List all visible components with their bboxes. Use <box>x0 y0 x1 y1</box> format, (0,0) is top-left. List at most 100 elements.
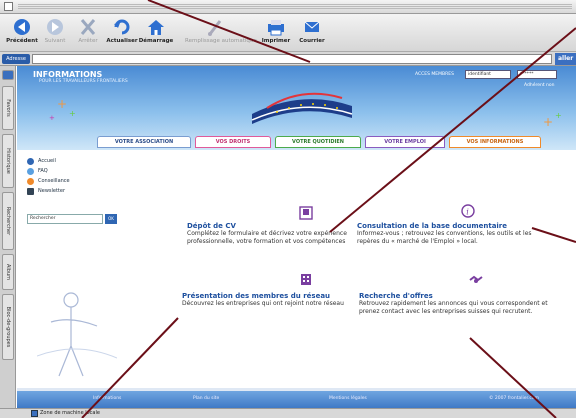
back-button[interactable]: Précédent <box>4 17 40 44</box>
print-button[interactable]: Imprimer <box>258 17 294 44</box>
menu-item-label: Conseillance <box>38 178 70 184</box>
svg-text:+: + <box>57 97 67 111</box>
handshake-icon <box>469 275 483 283</box>
menu-item-label: FAQ <box>38 168 48 174</box>
site-subtitle: POUR LES TRAVAILLEURS FRONTALIERS <box>39 79 128 84</box>
newsletter-icon <box>27 187 34 195</box>
window-close-box[interactable] <box>4 2 13 11</box>
window-titlebar <box>0 0 576 14</box>
site-search-input[interactable]: Rechercher <box>27 214 103 224</box>
print-icon <box>268 20 284 36</box>
mail-label: Courrier <box>299 38 325 44</box>
login-username-field[interactable]: identifiant <box>465 70 511 79</box>
menu-item-accueil[interactable]: Accueil <box>27 156 117 166</box>
cv-title[interactable]: Dépôt de CV <box>187 222 357 230</box>
offers-text: Retrouvez rapidement les annonces qui vo… <box>359 300 548 315</box>
web-page: INFORMATIONS POUR LES TRAVAILLEURS FRONT… <box>17 66 576 408</box>
menu-item-label: Accueil <box>38 158 56 164</box>
footer-copyright: © 2007 frontalier.com <box>489 396 540 401</box>
go-button[interactable]: aller <box>555 53 576 65</box>
svg-text:+: + <box>69 109 76 118</box>
docs-text: Informez-vous ; retrouvez les convention… <box>357 230 532 245</box>
offers-title[interactable]: Recherche d'offres <box>359 292 559 300</box>
faq-icon <box>27 167 34 175</box>
side-tab-groupes[interactable]: Bloc-de-groupes <box>2 294 14 360</box>
member-signup-link[interactable]: Adhérent non <box>524 83 555 88</box>
back-label: Précédent <box>6 38 38 44</box>
autofill-icon <box>208 20 222 36</box>
autofill-button[interactable]: Remplissage automatique <box>185 17 257 44</box>
building-icon <box>301 274 311 285</box>
nav-tab-informations[interactable]: VOS INFORMATIONS <box>449 136 541 148</box>
mail-button[interactable]: Courrier <box>294 17 330 44</box>
refresh-button[interactable]: Actualiser <box>104 17 140 44</box>
svg-text:+: + <box>555 111 562 120</box>
home-icon <box>148 20 164 35</box>
print-label: Imprimer <box>261 38 291 44</box>
side-tab-groupes-label: Bloc-de-groupes <box>5 306 11 348</box>
stop-button[interactable]: Arrêter <box>70 17 106 44</box>
forward-label: Suivant <box>44 38 66 44</box>
stop-x-icon <box>80 19 96 35</box>
advice-icon <box>27 177 34 185</box>
autofill-label: Remplissage automatique <box>185 38 257 44</box>
side-tabs-toggle[interactable] <box>2 70 14 80</box>
footer-link-informations[interactable]: Informations <box>93 396 121 401</box>
svg-text:+: + <box>49 114 55 122</box>
side-tab-album[interactable]: Album <box>2 254 14 290</box>
eu-flag-logo <box>251 92 353 124</box>
local-zone-icon <box>31 410 38 417</box>
back-arrow-icon <box>14 19 30 35</box>
nav-tab-droits[interactable]: VOS DROITS <box>195 136 271 148</box>
menu-item-conseil[interactable]: Conseillance <box>27 176 117 186</box>
site-search-button[interactable]: OK <box>105 214 117 224</box>
side-tab-favoris-label: Favoris <box>5 99 11 117</box>
menu-item-faq[interactable]: FAQ <box>27 166 117 176</box>
svg-text:i: i <box>466 208 469 217</box>
footer-link-mentions[interactable]: Mentions légales <box>329 396 367 401</box>
members-title[interactable]: Présentation des membres du réseau <box>182 292 362 300</box>
login-password-field[interactable]: ****** <box>517 70 557 79</box>
forward-arrow-icon <box>47 19 63 35</box>
browser-toolbar: Précédent Suivant Arrêter Actualiser Dém… <box>0 14 576 52</box>
side-tab-rechercher-label: Rechercher <box>5 206 11 236</box>
members-text: Découvrez les entreprises qui ont rejoin… <box>182 300 344 307</box>
menu-item-label: Newsletter <box>38 188 66 194</box>
docs-title[interactable]: Consultation de la base documentaire <box>357 222 553 230</box>
address-bar: Adresse aller <box>0 52 576 66</box>
address-label: Adresse <box>2 54 30 64</box>
side-tab-rechercher[interactable]: Rechercher <box>2 192 14 250</box>
nav-tab-emploi[interactable]: VOTRE EMPLOI <box>365 136 445 148</box>
address-input[interactable] <box>32 54 552 64</box>
refresh-icon <box>114 19 130 35</box>
decorative-sparkles: + + + <box>49 97 76 122</box>
site-title: INFORMATIONS <box>33 70 103 79</box>
status-bar: Zone de machine locale <box>0 408 576 418</box>
home-label: Démarrage <box>138 38 174 44</box>
cv-block[interactable]: Dépôt de CV Complétez le formulaire et d… <box>187 222 357 246</box>
stop-label: Arrêter <box>78 38 98 44</box>
home-icon <box>27 157 34 165</box>
offers-block[interactable]: Recherche d'offres Retrouvez rapidement … <box>359 292 559 316</box>
home-button[interactable]: Démarrage <box>138 17 174 44</box>
nav-tab-quotidien[interactable]: VOTRE QUOTIDIEN <box>275 136 361 148</box>
forward-button[interactable]: Suivant <box>37 17 73 44</box>
side-tab-historique-label: Historique <box>5 148 11 174</box>
nav-tab-association[interactable]: VOTRE ASSOCIATION <box>97 136 191 148</box>
members-block[interactable]: Présentation des membres du réseau Décou… <box>182 292 362 308</box>
side-tab-album-label: Album <box>5 263 11 281</box>
person-sketch-illustration <box>37 292 117 377</box>
mail-icon <box>304 21 320 32</box>
main-nav: VOTRE ASSOCIATION VOS DROITS VOTRE QUOTI… <box>17 136 576 150</box>
info-icon: i <box>461 204 475 218</box>
left-menu: Accueil FAQ Conseillance Newsletter <box>27 156 117 196</box>
side-tab-favoris[interactable]: Favoris <box>2 86 14 130</box>
status-text: Zone de machine locale <box>40 410 100 416</box>
svg-text:+: + <box>543 115 553 129</box>
docs-block[interactable]: Consultation de la base documentaire Inf… <box>357 222 553 246</box>
footer-link-plan[interactable]: Plan du site <box>193 396 219 401</box>
menu-item-newsletter[interactable]: Newsletter <box>27 186 117 196</box>
site-search: Rechercher OK <box>27 214 119 224</box>
side-tab-historique[interactable]: Historique <box>2 134 14 188</box>
explorer-side-tabs: Favoris Historique Rechercher Album Bloc… <box>0 66 16 408</box>
